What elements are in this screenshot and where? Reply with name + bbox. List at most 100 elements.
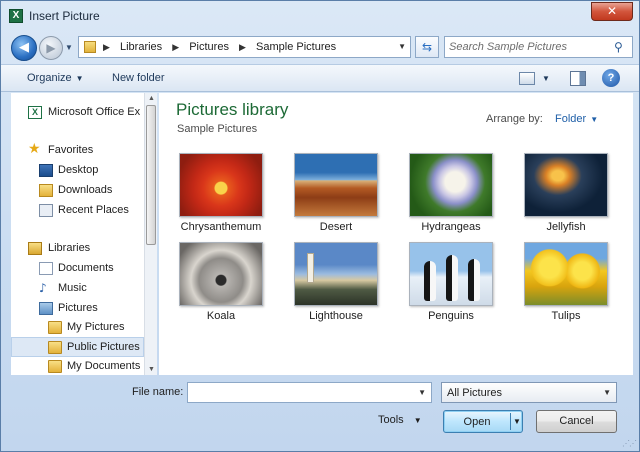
title-bar: X Insert Picture ✕: [1, 1, 639, 31]
picture-hydrangeas[interactable]: Hydrangeas: [401, 153, 501, 243]
nav-item-microsoft-office-excel[interactable]: X Microsoft Office Ex: [11, 103, 145, 123]
arrange-by-value: Folder: [555, 113, 587, 125]
change-view-icon[interactable]: [519, 72, 535, 85]
file-name-combobox[interactable]: ▼: [187, 382, 432, 403]
folder-icon: [48, 360, 62, 373]
back-button[interactable]: ◀: [11, 35, 37, 61]
file-name-input[interactable]: [191, 385, 411, 400]
nav-item-desktop[interactable]: Desktop: [11, 161, 145, 181]
new-folder-button[interactable]: New folder: [112, 72, 165, 84]
picture-name: Penguins: [428, 310, 474, 322]
open-options-dropdown[interactable]: ▼: [513, 417, 521, 426]
forward-button[interactable]: ▶: [39, 36, 63, 60]
picture-desert[interactable]: Desert: [286, 153, 386, 243]
picture-lighthouse[interactable]: Lighthouse: [286, 242, 386, 332]
scroll-up-icon[interactable]: ▲: [148, 95, 155, 102]
close-button[interactable]: ✕: [591, 2, 633, 21]
navigation-pane: X Microsoft Office Ex ★ Favorites Deskto…: [11, 93, 157, 375]
search-icon[interactable]: ⚲: [614, 40, 628, 54]
recent-pages-dropdown[interactable]: ▼: [65, 43, 73, 52]
help-icon[interactable]: ?: [602, 69, 620, 87]
picture-penguins[interactable]: Penguins: [401, 242, 501, 332]
scroll-down-icon[interactable]: ▼: [148, 366, 155, 373]
tools-menu[interactable]: Tools ▼: [378, 414, 422, 426]
picture-tulips[interactable]: Tulips: [516, 242, 616, 332]
thumbnail-image: [179, 153, 263, 217]
downloads-icon: [39, 184, 53, 197]
desktop-icon: [39, 164, 53, 177]
address-history-dropdown[interactable]: ▼: [398, 42, 406, 51]
picture-koala[interactable]: Koala: [171, 242, 271, 332]
nav-item-label: Public Pictures: [67, 341, 140, 353]
star-icon: ★: [28, 141, 41, 157]
nav-item-label: Microsoft Office Ex: [48, 106, 141, 118]
libraries-icon: [28, 242, 42, 255]
chevron-down-icon: ▼: [590, 115, 599, 124]
file-name-label: File name:: [132, 386, 184, 398]
file-list-pane: Pictures library Sample Pictures Arrange…: [159, 93, 633, 375]
nav-item-downloads[interactable]: Downloads: [11, 181, 145, 201]
nav-item-favorites[interactable]: ★ Favorites: [11, 141, 145, 161]
folder-icon: [48, 321, 62, 334]
nav-item-label: Pictures: [58, 302, 98, 314]
organize-label: Organize: [27, 72, 72, 84]
breadcrumb-separator: ▶: [239, 42, 246, 52]
view-options-dropdown[interactable]: ▼: [542, 74, 550, 83]
file-type-filter[interactable]: All Pictures ▼: [441, 382, 617, 403]
nav-item-label: My Pictures: [67, 321, 125, 333]
nav-item-music[interactable]: ♪ Music: [11, 279, 145, 299]
address-bar[interactable]: ▶ Libraries ▶ Pictures ▶ Sample Pictures…: [78, 36, 411, 58]
search-box[interactable]: ⚲: [444, 36, 633, 58]
nav-item-label: Downloads: [58, 184, 113, 196]
breadcrumb-libraries[interactable]: Libraries: [120, 41, 162, 53]
open-button[interactable]: Open ▼: [443, 410, 523, 433]
picture-chrysanthemum[interactable]: Chrysanthemum: [171, 153, 271, 243]
thumbnail-image: [294, 242, 378, 306]
library-subtitle: Sample Pictures: [177, 123, 258, 135]
chevron-down-icon: ▼: [413, 416, 422, 425]
window-title: Insert Picture: [29, 9, 100, 23]
documents-icon: [39, 262, 53, 275]
folder-icon: [84, 41, 96, 53]
navigation-scrollbar[interactable]: ▲ ▼: [144, 93, 157, 375]
refresh-button[interactable]: ⇆: [415, 36, 439, 58]
penguin-shape: [424, 261, 436, 301]
recent-places-icon: [39, 204, 53, 217]
nav-item-my-pictures[interactable]: My Pictures: [11, 318, 145, 338]
nav-item-label: My Documents: [67, 360, 141, 372]
lighthouse-shape: [307, 253, 314, 283]
scrollbar-thumb[interactable]: [146, 105, 156, 245]
picture-name: Desert: [319, 221, 353, 233]
nav-item-my-documents[interactable]: My Documents: [11, 357, 145, 375]
preview-pane-icon[interactable]: [570, 71, 586, 86]
resize-grip-icon[interactable]: ⋰⋰: [622, 439, 637, 448]
arrange-by-label: Arrange by:: [486, 113, 543, 125]
picture-name: Lighthouse: [309, 310, 363, 322]
nav-item-libraries[interactable]: Libraries: [11, 239, 145, 259]
chevron-down-icon[interactable]: ▼: [418, 388, 426, 397]
breadcrumb: ▶ Libraries ▶ Pictures ▶ Sample Pictures: [103, 41, 343, 53]
search-input[interactable]: [449, 39, 609, 55]
arrange-by-dropdown[interactable]: Folder ▼: [555, 113, 598, 125]
nav-item-pictures[interactable]: Pictures: [11, 299, 145, 319]
breadcrumb-pictures[interactable]: Pictures: [189, 41, 229, 53]
command-bar: Organize ▼ New folder ▼ ?: [1, 64, 639, 92]
split-divider: [510, 413, 511, 430]
organize-menu[interactable]: Organize ▼: [27, 72, 84, 84]
breadcrumb-sample-pictures[interactable]: Sample Pictures: [256, 41, 336, 53]
nav-item-label: Music: [58, 282, 87, 294]
breadcrumb-separator: ▶: [103, 42, 110, 52]
nav-item-recent-places[interactable]: Recent Places: [11, 201, 145, 221]
picture-name: Tulips: [551, 310, 581, 322]
nav-item-documents[interactable]: Documents: [11, 259, 145, 279]
picture-jellyfish[interactable]: Jellyfish: [516, 153, 616, 243]
excel-icon: X: [9, 9, 23, 23]
nav-item-label: Desktop: [58, 164, 99, 176]
nav-item-label: Favorites: [48, 144, 94, 156]
nav-item-public-pictures[interactable]: Public Pictures: [11, 337, 144, 357]
thumbnail-image: [524, 242, 608, 306]
cancel-button[interactable]: Cancel: [536, 410, 617, 433]
thumbnail-image: [409, 242, 493, 306]
chevron-down-icon: ▼: [75, 74, 84, 83]
nav-item-label: Recent Places: [58, 204, 129, 216]
